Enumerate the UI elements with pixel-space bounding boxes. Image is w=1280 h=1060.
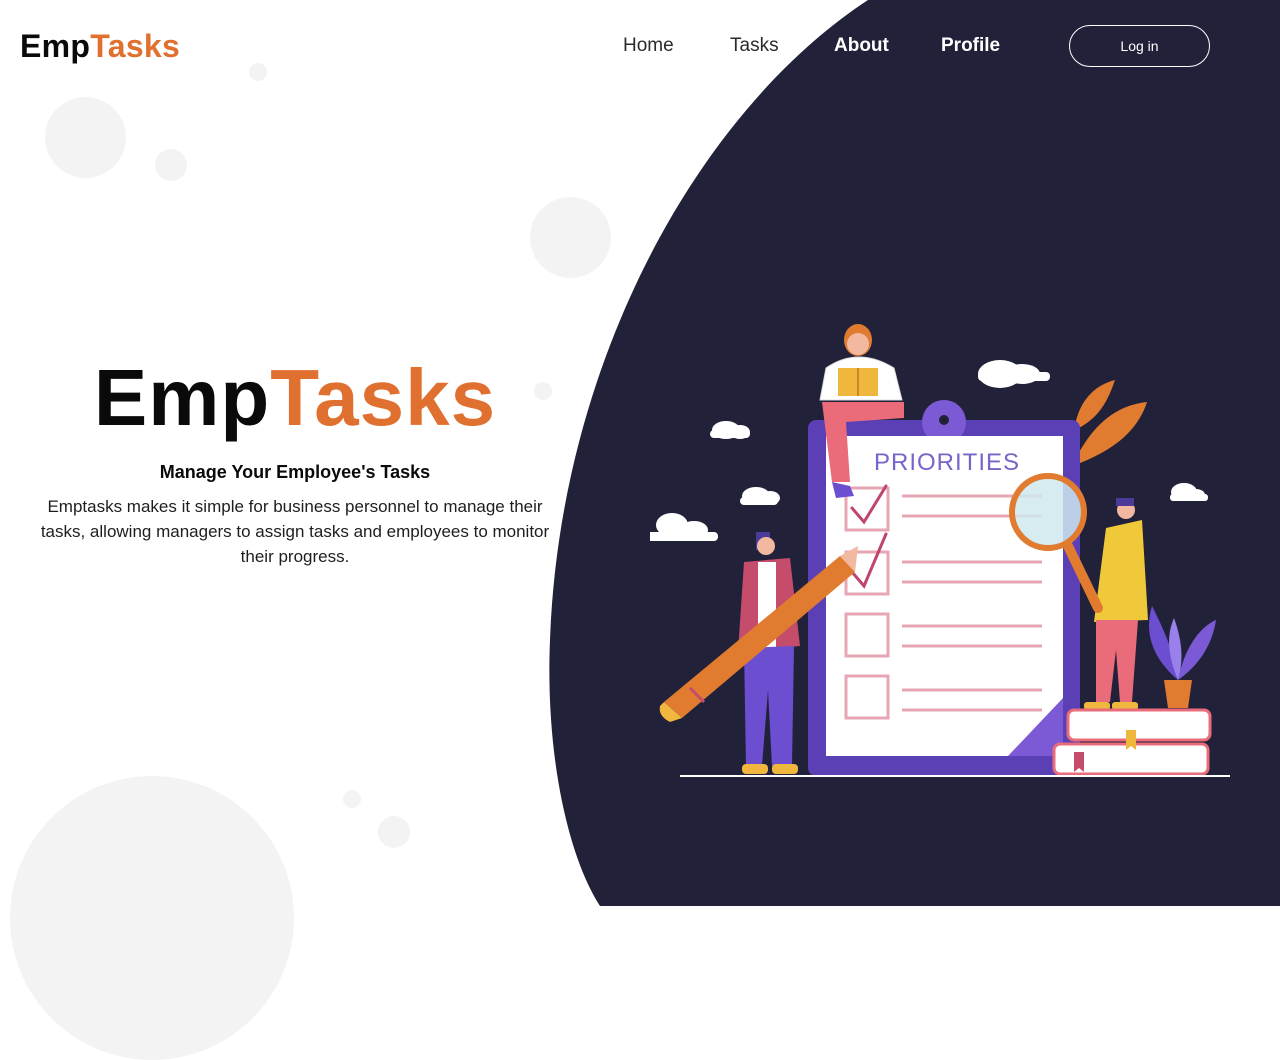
decor-bubble: [378, 816, 410, 848]
hero-title-tasks: Tasks: [270, 353, 497, 442]
decor-bubble: [530, 197, 611, 278]
board-label: PRIORITIES: [874, 449, 1020, 476]
cloud-icon: [650, 513, 718, 541]
priorities-illustration: PRIORITIES: [650, 324, 1230, 777]
potted-plant-icon: [1149, 606, 1216, 708]
cloud-icon: [710, 421, 750, 439]
cloud-icon: [740, 487, 780, 505]
decor-bubble: [10, 776, 294, 1060]
navbar: EmpTasks Home Tasks About Profile Log in: [0, 0, 1280, 92]
login-button[interactable]: Log in: [1069, 25, 1210, 67]
brand-logo[interactable]: EmpTasks: [20, 26, 180, 66]
logo-text-emp: Emp: [20, 28, 91, 64]
logo-text-tasks: Tasks: [90, 28, 181, 64]
decor-bubble: [155, 149, 187, 181]
hero-section: EmpTasks Manage Your Employee's Tasks Em…: [40, 350, 550, 569]
decor-bubble: [343, 790, 361, 808]
decor-bubble: [45, 97, 126, 178]
hero-subtitle: Manage Your Employee's Tasks: [159, 462, 431, 482]
hero-title: EmpTasks: [40, 350, 550, 446]
nav-link-tasks[interactable]: Tasks: [730, 34, 779, 58]
cloud-icon: [1170, 483, 1208, 501]
nav-link-home[interactable]: Home: [623, 34, 674, 58]
cloud-icon: [978, 360, 1050, 388]
nav-link-profile[interactable]: Profile: [941, 34, 1000, 58]
hero-description: Emptasks makes it simple for business pe…: [40, 497, 550, 566]
hero-title-emp: Emp: [93, 353, 271, 442]
nav-link-about[interactable]: About: [834, 34, 889, 58]
